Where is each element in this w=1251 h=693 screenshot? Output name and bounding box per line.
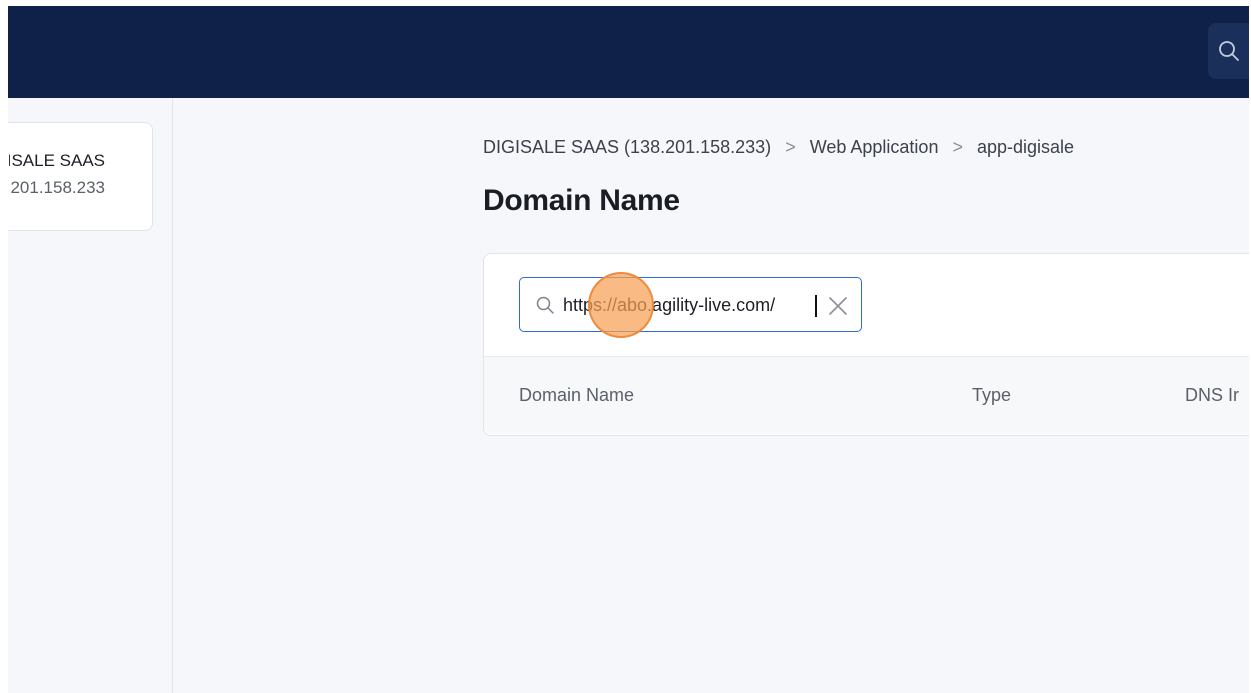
global-search-button[interactable] <box>1208 23 1249 79</box>
column-header-domain-name[interactable]: Domain Name <box>519 385 634 406</box>
breadcrumb-server[interactable]: DIGISALE SAAS (138.201.158.233) <box>483 137 771 157</box>
text-caret <box>815 295 817 317</box>
server-card[interactable]: DIGISALE SAAS 138.201.158.233 <box>8 122 153 231</box>
search-icon <box>1219 41 1239 61</box>
table-header-row: Domain Name Type DNS Ir <box>484 357 1249 434</box>
breadcrumb-separator: > <box>952 137 963 157</box>
breadcrumb: DIGISALE SAAS (138.201.158.233) > Web Appl… <box>483 137 1074 158</box>
breadcrumb-current: app-digisale <box>976 137 1075 157</box>
sidebar: DIGISALE SAAS 138.201.158.233 <box>8 98 173 693</box>
column-header-dns[interactable]: DNS Ir <box>1185 385 1239 406</box>
server-name: DIGISALE SAAS <box>9 151 105 170</box>
page-title: Domain Name <box>483 184 680 217</box>
domain-search-box[interactable] <box>519 277 862 332</box>
breadcrumb-web-application[interactable]: Web Application <box>810 137 939 157</box>
close-icon[interactable] <box>828 296 848 316</box>
top-navigation-bar <box>8 6 1249 98</box>
breadcrumb-separator: > <box>785 137 796 157</box>
server-card-content: DIGISALE SAAS 138.201.158.233 <box>9 123 152 230</box>
column-header-type[interactable]: Type <box>972 385 1011 406</box>
server-ip: 138.201.158.233 <box>9 178 105 197</box>
search-icon <box>536 296 554 314</box>
app-window: DIGISALE SAAS 138.201.158.233 DIGISALE S… <box>8 6 1249 693</box>
click-indicator <box>588 272 654 338</box>
